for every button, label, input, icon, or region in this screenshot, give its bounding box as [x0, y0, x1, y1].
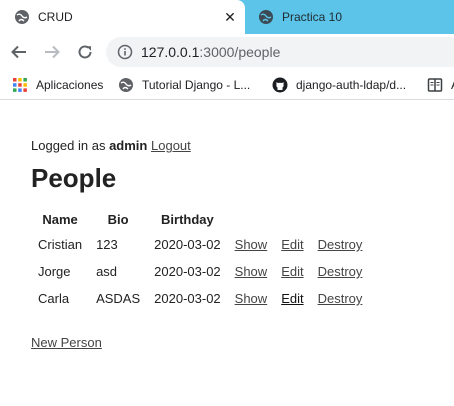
arrow-left-icon: [11, 45, 26, 59]
globe-icon: [14, 9, 30, 25]
show-link[interactable]: Show: [235, 237, 268, 252]
edit-link[interactable]: Edit: [281, 237, 303, 252]
column-header-bio: Bio: [107, 211, 129, 227]
browser-toolbar: 127.0.0.1:3000/people: [0, 34, 454, 70]
forward-button[interactable]: [40, 40, 64, 64]
back-button[interactable]: [7, 40, 31, 64]
new-person-link[interactable]: New Person: [31, 335, 102, 350]
column-header-name: Name: [42, 211, 78, 227]
cell-birthday: 2020-03-02: [154, 237, 221, 252]
tab-strip: CRUD ✕ Practica 10: [0, 0, 454, 34]
tab-title: Practica 10: [282, 10, 343, 24]
globe-icon: [118, 77, 134, 93]
cell-name: Cristian: [38, 237, 83, 252]
bookmark-label: Aplicaciones: [36, 78, 104, 92]
cell-name: Jorge: [38, 264, 71, 279]
people-table: Name Bio Birthday Cristian 123 2020-03-0…: [31, 207, 369, 312]
table-header-row: Name Bio Birthday: [31, 207, 369, 231]
close-tab-icon[interactable]: ✕: [221, 8, 239, 26]
bookmark-django-auth-ldap[interactable]: django-auth-ldap/d...: [272, 75, 406, 95]
cell-birthday: 2020-03-02: [154, 291, 221, 306]
login-status: Logged in as admin Logout: [31, 138, 191, 153]
tab-crud[interactable]: CRUD ✕: [0, 0, 245, 34]
show-link[interactable]: Show: [235, 264, 268, 279]
url-host: 127.0.0.1: [141, 44, 200, 60]
address-bar[interactable]: 127.0.0.1:3000/people: [106, 37, 454, 67]
bookmark-label: django-auth-ldap/d...: [296, 78, 407, 92]
table-row: Cristian 123 2020-03-02 Show Edit Destro…: [31, 231, 369, 258]
bookmark-label: Tutorial Django - L...: [142, 78, 251, 92]
column-header-birthday: Birthday: [161, 211, 214, 227]
bookmark-a[interactable]: A: [427, 75, 454, 95]
cell-name: Carla: [38, 291, 70, 306]
cell-birthday: 2020-03-02: [154, 264, 221, 279]
bookmark-aplicaciones[interactable]: Aplicaciones: [12, 75, 103, 95]
info-icon[interactable]: [117, 44, 133, 60]
destroy-link[interactable]: Destroy: [318, 264, 363, 279]
username: admin: [109, 138, 148, 153]
table-row: Jorge asd 2020-03-02 Show Edit Destroy: [31, 258, 369, 285]
arrow-right-icon: [45, 45, 60, 59]
reload-icon: [78, 45, 92, 59]
cell-bio: ASDAS: [96, 291, 141, 306]
bookmarks-bar: Aplicaciones Tutorial Django - L... djan…: [0, 70, 454, 100]
logout-link[interactable]: Logout: [151, 138, 191, 153]
url-path: :3000/people: [199, 44, 281, 60]
edit-link[interactable]: Edit: [281, 264, 303, 279]
page-content: Logged in as admin Logout People Name Bi…: [0, 101, 454, 406]
apps-grid-icon: [12, 77, 28, 93]
cell-bio: asd: [96, 264, 118, 279]
logged-in-prefix: Logged in as: [31, 138, 106, 153]
book-icon: [427, 77, 443, 93]
edit-link[interactable]: Edit: [281, 291, 303, 306]
tab-title: CRUD: [38, 10, 73, 24]
destroy-link[interactable]: Destroy: [318, 291, 363, 306]
table-row: Carla ASDAS 2020-03-02 Show Edit Destroy: [31, 285, 369, 312]
cell-bio: 123: [96, 237, 118, 252]
page-title: People: [31, 163, 117, 193]
tab-practica-10[interactable]: Practica 10: [245, 0, 454, 34]
globe-icon: [258, 9, 274, 25]
reload-button[interactable]: [73, 40, 97, 64]
show-link[interactable]: Show: [235, 291, 268, 306]
destroy-link[interactable]: Destroy: [318, 237, 363, 252]
bookmark-tutorial-django[interactable]: Tutorial Django - L...: [118, 75, 250, 95]
github-icon: [272, 77, 288, 93]
